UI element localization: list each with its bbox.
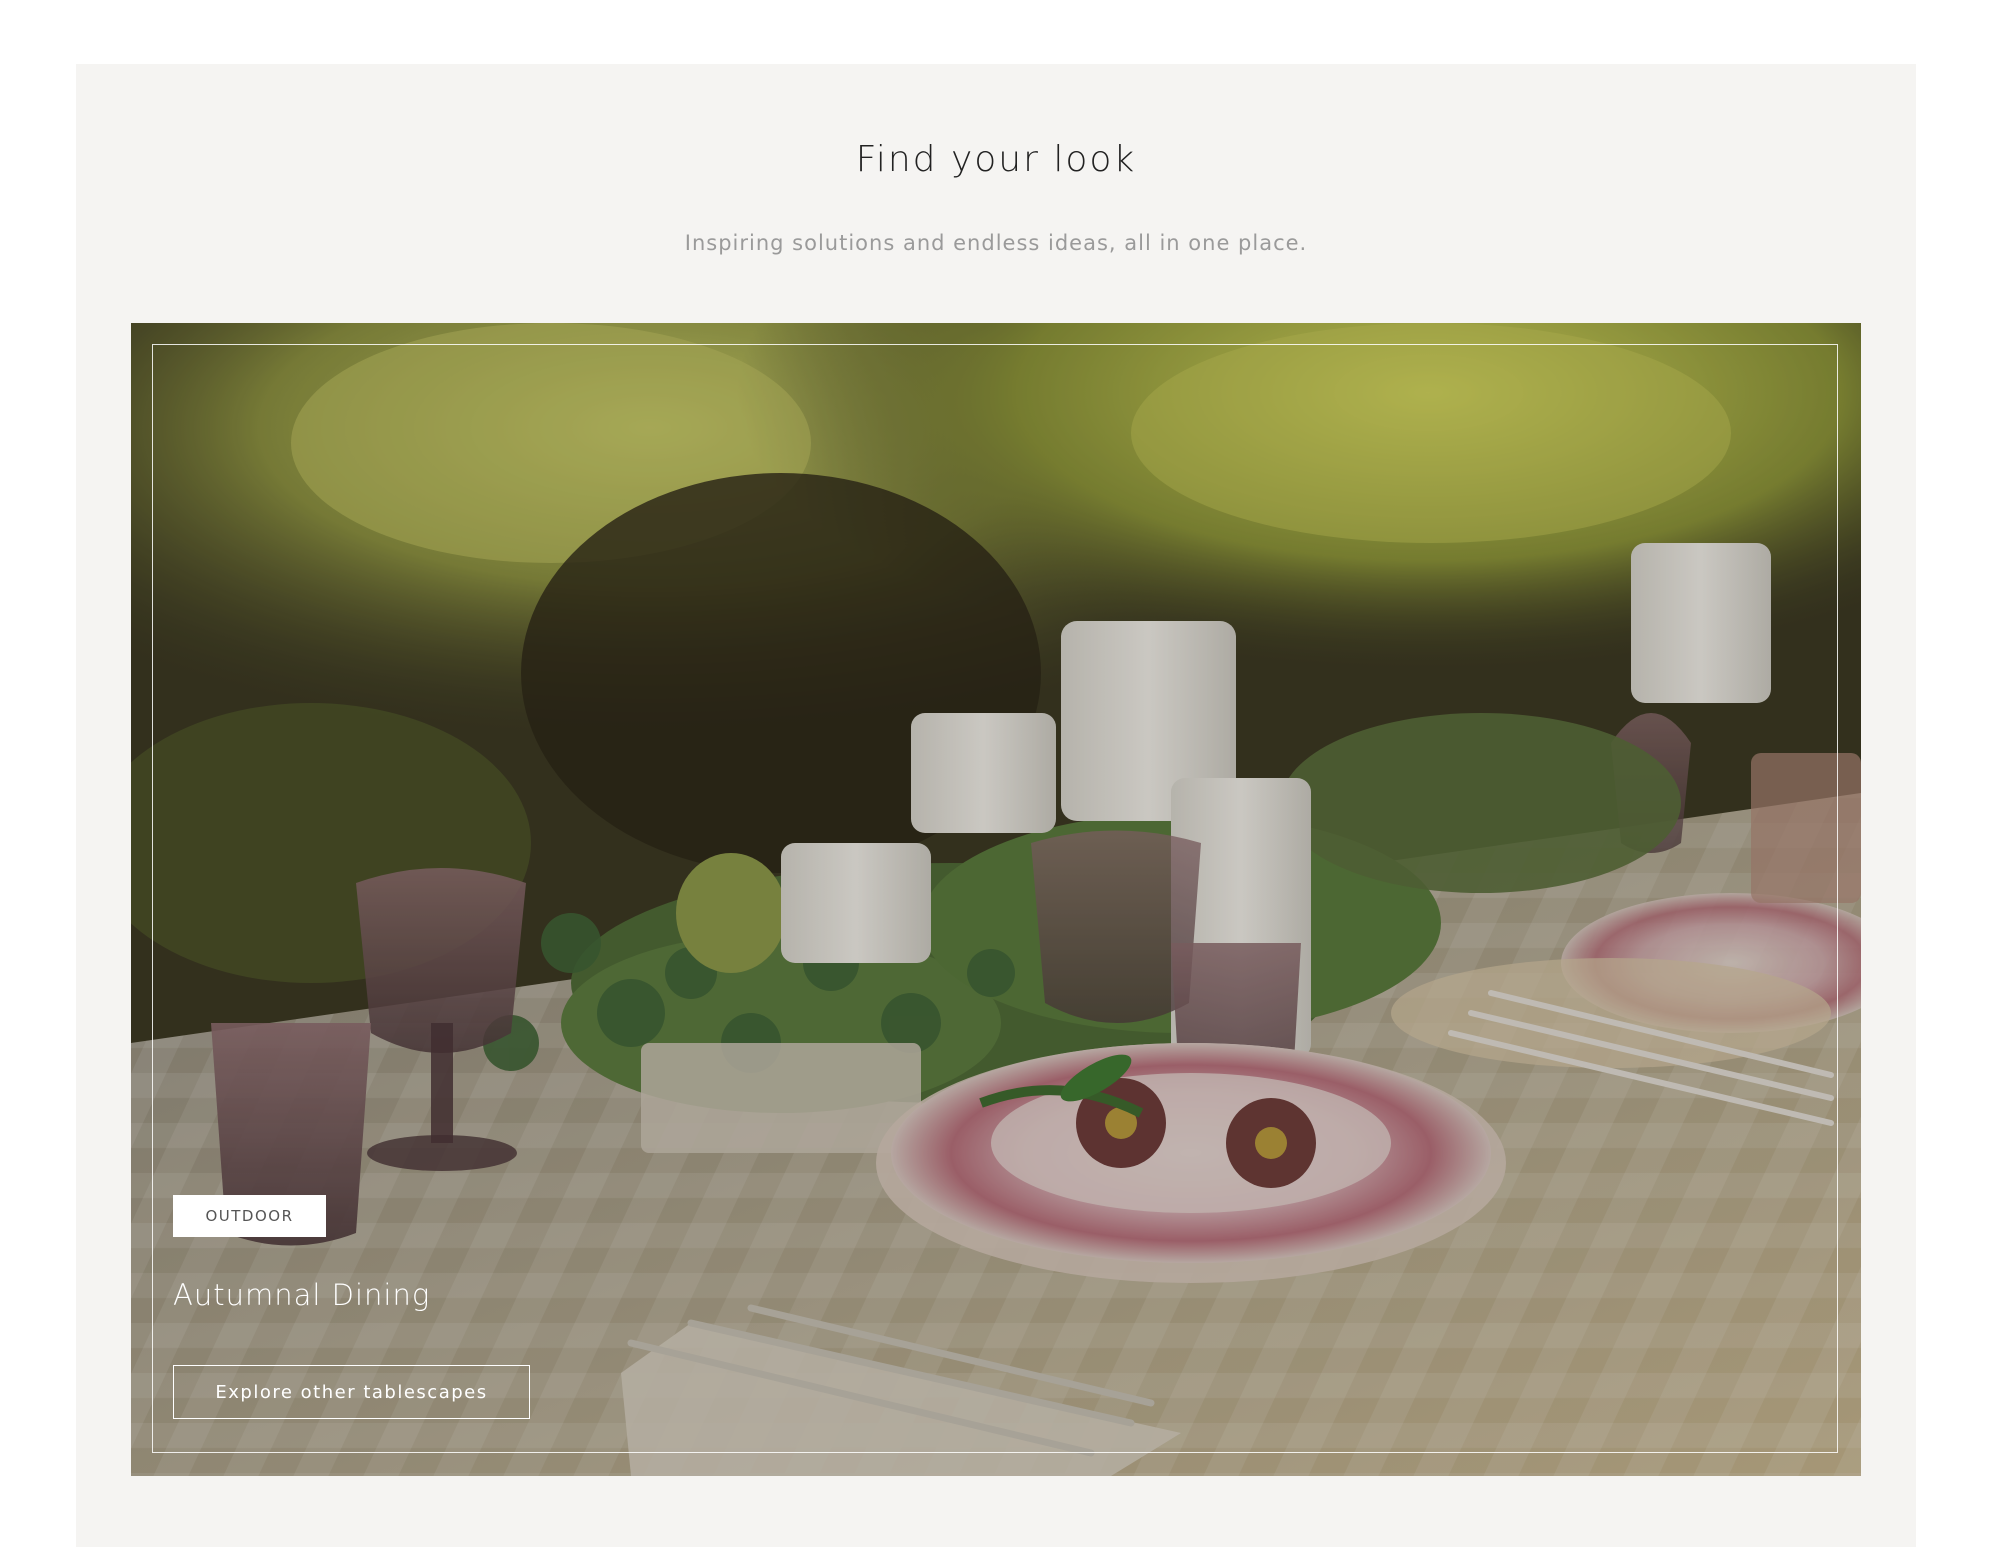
section-subtitle: Inspiring solutions and endless ideas, a… [684, 231, 1308, 255]
category-tag: OUTDOOR [173, 1195, 326, 1237]
feature-card[interactable]: OUTDOOR Autumnal Dining Explore other ta… [131, 323, 1861, 1476]
explore-tablescapes-button[interactable]: Explore other tablescapes [173, 1365, 530, 1419]
card-title: Autumnal Dining [173, 1278, 431, 1312]
section-title: Find your look [855, 139, 1137, 180]
find-your-look-section: Find your look Inspiring solutions and e… [76, 64, 1916, 1547]
